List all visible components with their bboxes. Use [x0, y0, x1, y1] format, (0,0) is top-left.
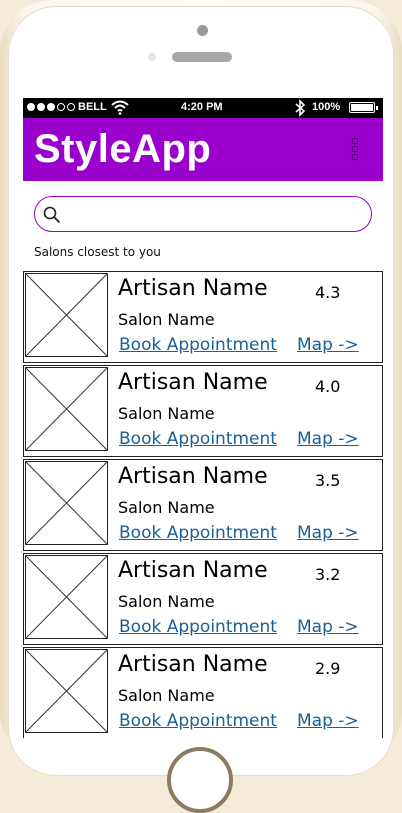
search-input[interactable] [67, 203, 367, 227]
signal-dot [67, 103, 75, 111]
book-appointment-link[interactable]: Book Appointment [119, 711, 277, 731]
book-appointment-link[interactable]: Book Appointment [119, 335, 277, 355]
salon-name: Salon Name [118, 592, 215, 611]
artisan-name: Artisan Name [118, 370, 268, 395]
rating: 4.3 [315, 283, 341, 302]
map-link[interactable]: Map -> [297, 711, 359, 731]
signal-dot [37, 103, 45, 111]
artisan-name: Artisan Name [118, 464, 268, 489]
phone-frame: BELL 4:20 PM 100% StyleApp Salons closes… [0, 0, 402, 813]
section-label: Salons closest to you [34, 245, 161, 259]
rating: 3.5 [315, 471, 341, 490]
book-appointment-link[interactable]: Book Appointment [119, 429, 277, 449]
salon-name: Salon Name [118, 404, 215, 423]
carrier-name: BELL [78, 101, 107, 113]
image-placeholder-icon [25, 367, 108, 451]
home-button[interactable] [167, 747, 233, 813]
image-placeholder-icon [25, 649, 108, 733]
image-placeholder-icon [25, 555, 108, 639]
salon-list: Artisan Name 4.3 Salon Name Book Appoint… [23, 271, 383, 738]
artisan-name: Artisan Name [118, 558, 268, 583]
camera-icon [197, 25, 208, 36]
salon-name: Salon Name [118, 498, 215, 517]
app-title: StyleApp [34, 127, 212, 171]
search-bar [34, 196, 372, 232]
rating: 4.0 [315, 377, 341, 396]
map-link[interactable]: Map -> [297, 523, 359, 543]
rating: 3.2 [315, 565, 341, 584]
image-placeholder-icon [25, 273, 108, 357]
salon-card[interactable]: Artisan Name 2.9 Salon Name Book Appoint… [23, 647, 383, 738]
battery-percent: 100% [312, 101, 341, 113]
artisan-name: Artisan Name [118, 652, 268, 677]
clock: 4:20 PM [181, 101, 223, 113]
salon-card[interactable]: Artisan Name 4.3 Salon Name Book Appoint… [23, 271, 383, 363]
wifi-icon [111, 100, 129, 115]
image-placeholder-icon [25, 461, 108, 545]
rating: 2.9 [315, 659, 341, 678]
salon-card[interactable]: Artisan Name 4.0 Salon Name Book Appoint… [23, 365, 383, 457]
battery-icon [349, 102, 378, 113]
book-appointment-link[interactable]: Book Appointment [119, 617, 277, 637]
map-link[interactable]: Map -> [297, 617, 359, 637]
salon-name: Salon Name [118, 686, 215, 705]
signal-strength-icon [27, 103, 75, 111]
map-link[interactable]: Map -> [297, 335, 359, 355]
book-appointment-link[interactable]: Book Appointment [119, 523, 277, 543]
salon-card[interactable]: Artisan Name 3.2 Salon Name Book Appoint… [23, 553, 383, 645]
earpiece-speaker [172, 52, 232, 62]
map-link[interactable]: Map -> [297, 429, 359, 449]
salon-card[interactable]: Artisan Name 3.5 Salon Name Book Appoint… [23, 459, 383, 551]
app-header: StyleApp [23, 118, 383, 181]
vertical-menu-icon[interactable] [349, 138, 361, 164]
signal-dot [27, 103, 35, 111]
salon-name: Salon Name [118, 310, 215, 329]
bluetooth-icon [295, 99, 306, 117]
search-icon[interactable] [43, 206, 61, 224]
front-sensor-icon [148, 53, 156, 61]
status-bar: BELL 4:20 PM 100% [23, 98, 383, 118]
signal-dot [57, 103, 65, 111]
app-screen: BELL 4:20 PM 100% StyleApp Salons closes… [23, 98, 383, 738]
artisan-name: Artisan Name [118, 276, 268, 301]
signal-dot [47, 103, 55, 111]
